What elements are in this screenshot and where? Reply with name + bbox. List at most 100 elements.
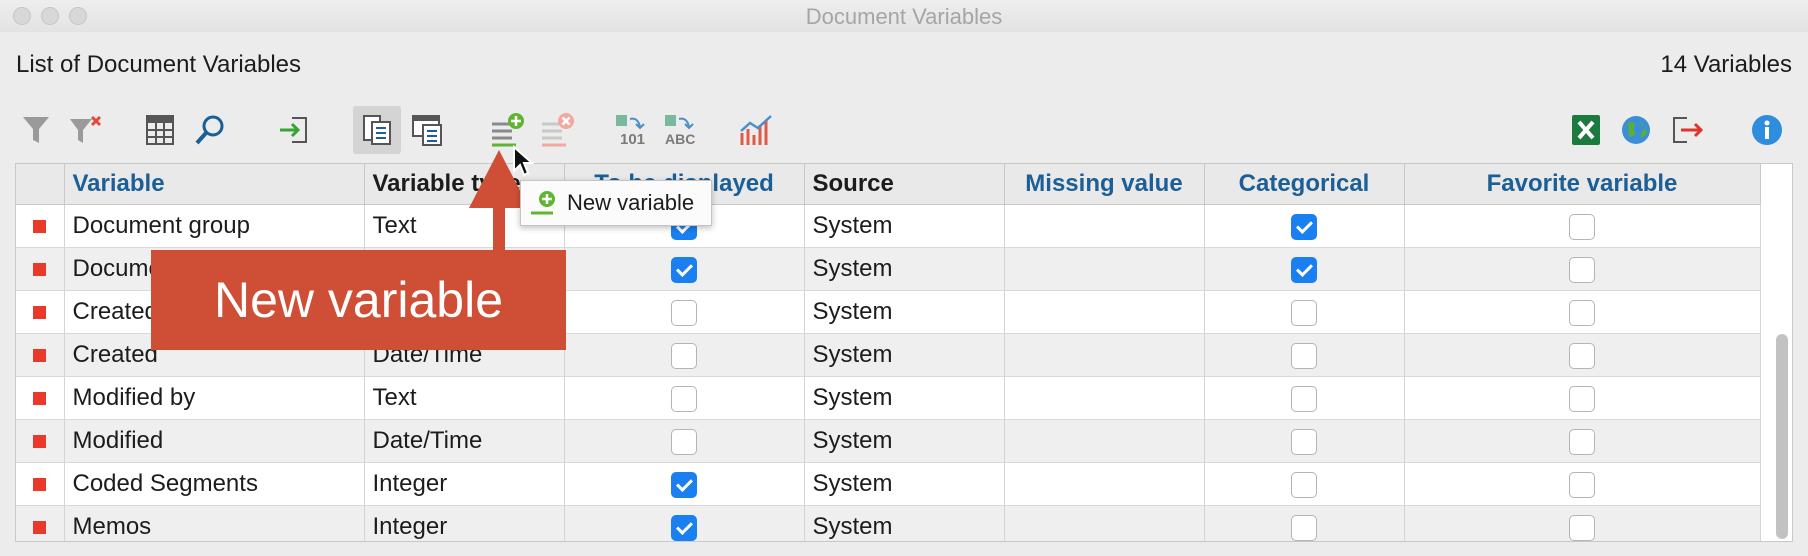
table-row[interactable]: Document group Text System <box>16 204 1761 248</box>
categorical-checkbox[interactable] <box>1291 342 1317 369</box>
missing-value-cell[interactable] <box>1004 376 1205 420</box>
variable-name-cell[interactable]: Coded Segments <box>64 462 365 506</box>
to-be-displayed-checkbox[interactable] <box>671 471 697 498</box>
to-be-displayed-cell <box>564 290 805 334</box>
variable-type-cell[interactable]: Text <box>364 376 565 420</box>
convert-text-button[interactable]: ABC <box>658 106 706 154</box>
favorite-variable-checkbox[interactable] <box>1569 385 1595 412</box>
new-variable-tooltip: New variable <box>520 180 712 226</box>
convert-numeric-button[interactable]: 101 <box>608 106 656 154</box>
row-marker-cell <box>16 290 65 334</box>
callout-arrow-shaft <box>493 206 505 252</box>
favorite-variable-checkbox[interactable] <box>1569 256 1595 283</box>
search-button[interactable] <box>186 106 234 154</box>
window-title: Document Variables <box>805 4 1003 29</box>
variable-type-cell[interactable]: Integer <box>364 462 565 506</box>
new-variable-icon <box>531 191 555 215</box>
variable-type-cell[interactable]: Integer <box>364 505 565 541</box>
column-header-favorite-variable[interactable]: Favorite variable <box>1404 164 1761 205</box>
column-header-variable[interactable]: Variable <box>64 164 365 205</box>
code-variables-button[interactable] <box>403 106 451 154</box>
new-variable-icon <box>492 113 524 147</box>
code-variables-icon <box>412 115 442 146</box>
excel-export-icon <box>1572 115 1600 145</box>
to-be-displayed-checkbox[interactable] <box>671 299 697 326</box>
import-button[interactable] <box>270 106 318 154</box>
title-bar: Document Variables <box>0 0 1808 32</box>
categorical-cell <box>1204 376 1405 420</box>
favorite-variable-checkbox[interactable] <box>1569 299 1595 326</box>
export-button[interactable] <box>1664 106 1712 154</box>
categorical-checkbox[interactable] <box>1291 213 1317 240</box>
categorical-checkbox[interactable] <box>1291 471 1317 498</box>
vertical-scrollbar[interactable] <box>1776 334 1788 539</box>
favorite-variable-checkbox[interactable] <box>1569 428 1595 455</box>
to-be-displayed-cell <box>564 247 805 291</box>
column-header-source[interactable]: Source <box>804 164 1005 205</box>
variable-count: 14 Variables <box>1660 51 1792 78</box>
row-marker-cell <box>16 462 65 506</box>
web-export-button[interactable] <box>1612 106 1660 154</box>
clear-filter-icon <box>70 115 102 143</box>
column-header-categorical[interactable]: Categorical <box>1204 164 1405 205</box>
info-icon <box>1752 115 1782 145</box>
filter-button[interactable] <box>12 106 60 154</box>
to-be-displayed-checkbox[interactable] <box>671 514 697 541</box>
clear-filter-button[interactable] <box>62 106 110 154</box>
to-be-displayed-cell <box>564 419 805 463</box>
variable-marker <box>33 392 47 406</box>
statistics-button[interactable] <box>732 106 780 154</box>
categorical-checkbox[interactable] <box>1291 299 1317 326</box>
favorite-variable-cell <box>1404 462 1761 506</box>
table-view-button[interactable] <box>136 106 184 154</box>
categorical-checkbox[interactable] <box>1291 514 1317 541</box>
variable-marker <box>33 478 47 492</box>
missing-value-cell[interactable] <box>1004 462 1205 506</box>
excel-export-button[interactable] <box>1562 106 1610 154</box>
variable-name-cell[interactable]: Modified <box>64 419 365 463</box>
missing-value-cell[interactable] <box>1004 247 1205 291</box>
table-row[interactable]: Modified Date/Time System <box>16 419 1761 463</box>
to-be-displayed-checkbox[interactable] <box>671 342 697 369</box>
delete-variable-button[interactable] <box>534 106 582 154</box>
to-be-displayed-cell <box>564 462 805 506</box>
favorite-variable-checkbox[interactable] <box>1569 471 1595 498</box>
column-header-missing-value[interactable]: Missing value <box>1004 164 1205 205</box>
missing-value-cell[interactable] <box>1004 505 1205 541</box>
categorical-checkbox[interactable] <box>1291 256 1317 283</box>
categorical-cell <box>1204 290 1405 334</box>
info-button[interactable] <box>1743 106 1791 154</box>
source-cell: System <box>804 333 1005 377</box>
favorite-variable-checkbox[interactable] <box>1569 514 1595 541</box>
tooltip-label: New variable <box>567 190 695 215</box>
missing-value-cell[interactable] <box>1004 204 1205 248</box>
to-be-displayed-checkbox[interactable] <box>671 428 697 455</box>
variable-marker <box>33 306 47 320</box>
variable-name-cell[interactable]: Document group <box>64 204 365 248</box>
table-row[interactable]: Modified by Text System <box>16 376 1761 420</box>
variable-name-cell[interactable]: Modified by <box>64 376 365 420</box>
svg-text:101: 101 <box>620 131 645 147</box>
favorite-variable-checkbox[interactable] <box>1569 213 1595 240</box>
callout-banner: New variable <box>151 250 566 350</box>
to-be-displayed-checkbox[interactable] <box>671 385 697 412</box>
variable-name-cell[interactable]: Memos <box>64 505 365 541</box>
marker-column-header[interactable] <box>16 164 65 205</box>
source-cell: System <box>804 290 1005 334</box>
table-row[interactable]: Memos Integer System <box>16 505 1761 541</box>
variable-type-cell[interactable]: Date/Time <box>364 419 565 463</box>
categorical-checkbox[interactable] <box>1291 428 1317 455</box>
table-row[interactable]: Coded Segments Integer System <box>16 462 1761 506</box>
missing-value-cell[interactable] <box>1004 419 1205 463</box>
to-be-displayed-checkbox[interactable] <box>671 256 697 283</box>
categorical-cell <box>1204 462 1405 506</box>
variable-marker <box>33 263 47 277</box>
variable-marker <box>33 435 47 449</box>
document-variables-button[interactable] <box>353 106 401 154</box>
categorical-checkbox[interactable] <box>1291 385 1317 412</box>
categorical-cell <box>1204 419 1405 463</box>
missing-value-cell[interactable] <box>1004 333 1205 377</box>
document-variables-icon <box>363 115 391 145</box>
missing-value-cell[interactable] <box>1004 290 1205 334</box>
favorite-variable-checkbox[interactable] <box>1569 342 1595 369</box>
